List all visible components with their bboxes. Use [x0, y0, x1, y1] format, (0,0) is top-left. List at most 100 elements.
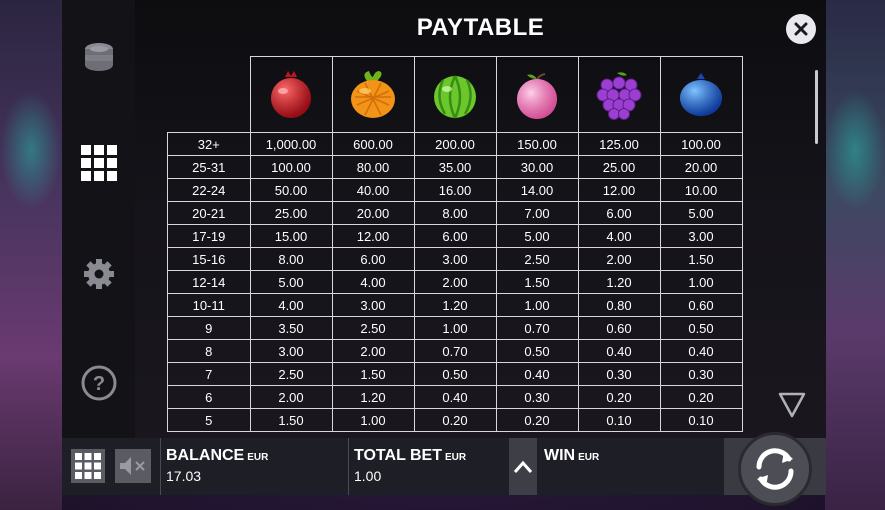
- chevron-up-icon: [513, 460, 533, 473]
- payout-cell: 100.00: [249, 155, 333, 179]
- paytable-corner: [168, 57, 251, 133]
- payout-cell: 3.50: [249, 316, 333, 340]
- paytable-row: 9 3.50 2.50 1.00 0.70 0.60 0.50: [167, 316, 743, 340]
- symbol-count-cell: 25-31: [167, 155, 251, 179]
- close-button[interactable]: [786, 14, 816, 44]
- payout-cell: 6.00: [331, 247, 415, 271]
- payout-cell: 0.30: [495, 385, 579, 409]
- paytable-row: 15-16 8.00 6.00 3.00 2.50 2.00 1.50: [167, 247, 743, 271]
- svg-text:?: ?: [93, 373, 105, 395]
- payout-cell: 14.00: [495, 178, 579, 202]
- payout-cell: 4.00: [249, 293, 333, 317]
- payout-cell: 0.30: [577, 362, 661, 386]
- payout-cell: 0.10: [577, 408, 661, 432]
- balance-field: BALANCE EUR 17.03: [160, 438, 346, 495]
- symbol-count-cell: 9: [167, 316, 251, 340]
- payout-cell: 8.00: [249, 247, 333, 271]
- background-right: [825, 0, 885, 510]
- win-currency: EUR: [578, 452, 600, 463]
- payout-cell: 35.00: [413, 155, 497, 179]
- payout-cell: 6.00: [577, 201, 661, 225]
- paytable-row: 25-31 100.00 80.00 35.00 30.00 25.00 20.00: [167, 155, 743, 179]
- payout-cell: 25.00: [249, 201, 333, 225]
- payout-cell: 0.40: [577, 339, 661, 363]
- payout-cell: 0.40: [413, 385, 497, 409]
- payout-cell: 600.00: [331, 132, 415, 156]
- payout-cell: 150.00: [495, 132, 579, 156]
- peach-icon: [495, 56, 579, 133]
- payout-cell: 1.20: [413, 293, 497, 317]
- paytable-row: 22-24 50.00 40.00 16.00 14.00 12.00 10.00: [167, 178, 743, 202]
- payout-cell: 2.50: [495, 247, 579, 271]
- payout-cell: 4.00: [577, 224, 661, 248]
- payout-cell: 0.40: [495, 362, 579, 386]
- paytable-row: 12-14 5.00 4.00 2.00 1.50 1.20 1.00: [167, 270, 743, 294]
- payout-cell: 3.00: [659, 224, 743, 248]
- paytable-row: 32+ 1,000.00 600.00 200.00 150.00 125.00 100.0…: [167, 132, 743, 156]
- payout-cell: 5.00: [659, 201, 743, 225]
- symbol-count-cell: 12-14: [167, 270, 251, 294]
- grid-icon[interactable]: [80, 144, 118, 182]
- payout-cell: 0.10: [659, 408, 743, 432]
- payout-cell: 0.30: [659, 362, 743, 386]
- payout-cell: 1.00: [413, 316, 497, 340]
- payout-cell: 1.50: [659, 247, 743, 271]
- gear-icon[interactable]: [80, 255, 118, 293]
- payout-cell: 50.00: [249, 178, 333, 202]
- sound-toggle-button[interactable]: [115, 449, 151, 483]
- payout-cell: 200.00: [413, 132, 497, 156]
- payout-cell: 40.00: [331, 178, 415, 202]
- paytable-panel: PAYTABLE 32+ 1,000.00 600.00 200.00 150.…: [135, 0, 826, 438]
- payout-cell: 1.00: [495, 293, 579, 317]
- payout-cell: 2.50: [331, 316, 415, 340]
- payout-cell: 6.00: [413, 224, 497, 248]
- paytable-grid: 32+ 1,000.00 600.00 200.00 150.00 125.00 100.0…: [167, 56, 743, 432]
- close-icon: [794, 22, 808, 36]
- page-title: PAYTABLE: [416, 14, 545, 41]
- bet-menu-button[interactable]: [509, 438, 537, 495]
- payout-cell: 0.80: [577, 293, 661, 317]
- symbol-count-cell: 7: [167, 362, 251, 386]
- payout-cell: 10.00: [659, 178, 743, 202]
- payout-cell: 3.00: [249, 339, 333, 363]
- total-bet-value: 1.00: [354, 468, 382, 484]
- paytable-row: 8 3.00 2.00 0.70 0.50 0.40 0.40: [167, 339, 743, 363]
- payout-cell: 20.00: [331, 201, 415, 225]
- payout-cell: 5.00: [249, 270, 333, 294]
- symbol-count-cell: 22-24: [167, 178, 251, 202]
- payout-cell: 125.00: [577, 132, 661, 156]
- payout-cell: 0.60: [659, 293, 743, 317]
- symbol-count-cell: 15-16: [167, 247, 251, 271]
- payout-cell: 4.00: [331, 270, 415, 294]
- payout-cell: 2.00: [577, 247, 661, 271]
- scroll-down-button[interactable]: [778, 390, 806, 418]
- paytable-row: 6 2.00 1.20 0.40 0.30 0.20 0.20: [167, 385, 743, 409]
- payout-cell: 2.50: [249, 362, 333, 386]
- payout-cell: 80.00: [331, 155, 415, 179]
- symbol-count-cell: 10-11: [167, 293, 251, 317]
- payout-cell: 20.00: [659, 155, 743, 179]
- scrollbar[interactable]: [815, 70, 818, 144]
- balance-currency: EUR: [247, 452, 269, 463]
- payout-cell: 3.00: [331, 293, 415, 317]
- payout-cell: 2.00: [249, 385, 333, 409]
- payout-cell: 8.00: [413, 201, 497, 225]
- spin-icon: [756, 448, 794, 490]
- paytable-row: 10-11 4.00 3.00 1.20 1.00 0.80 0.60: [167, 293, 743, 317]
- paytable-row: 17-19 15.00 12.00 6.00 5.00 4.00 3.00: [167, 224, 743, 248]
- payout-cell: 1.50: [495, 270, 579, 294]
- coins-icon[interactable]: [80, 36, 118, 74]
- paytable-row: 5 1.50 1.00 0.20 0.20 0.10 0.10: [167, 408, 743, 432]
- menu-button[interactable]: [71, 449, 105, 483]
- blueberry-icon: [659, 56, 743, 133]
- payout-cell: 1.00: [659, 270, 743, 294]
- payout-cell: 16.00: [413, 178, 497, 202]
- spin-button[interactable]: [738, 432, 812, 506]
- payout-cell: 12.00: [577, 178, 661, 202]
- payout-cell: 1.20: [331, 385, 415, 409]
- spin-area: [724, 432, 826, 506]
- balance-label: BALANCE: [166, 447, 245, 464]
- payout-cell: 0.20: [577, 385, 661, 409]
- help-icon[interactable]: ?: [80, 364, 118, 402]
- mute-icon: [120, 457, 145, 475]
